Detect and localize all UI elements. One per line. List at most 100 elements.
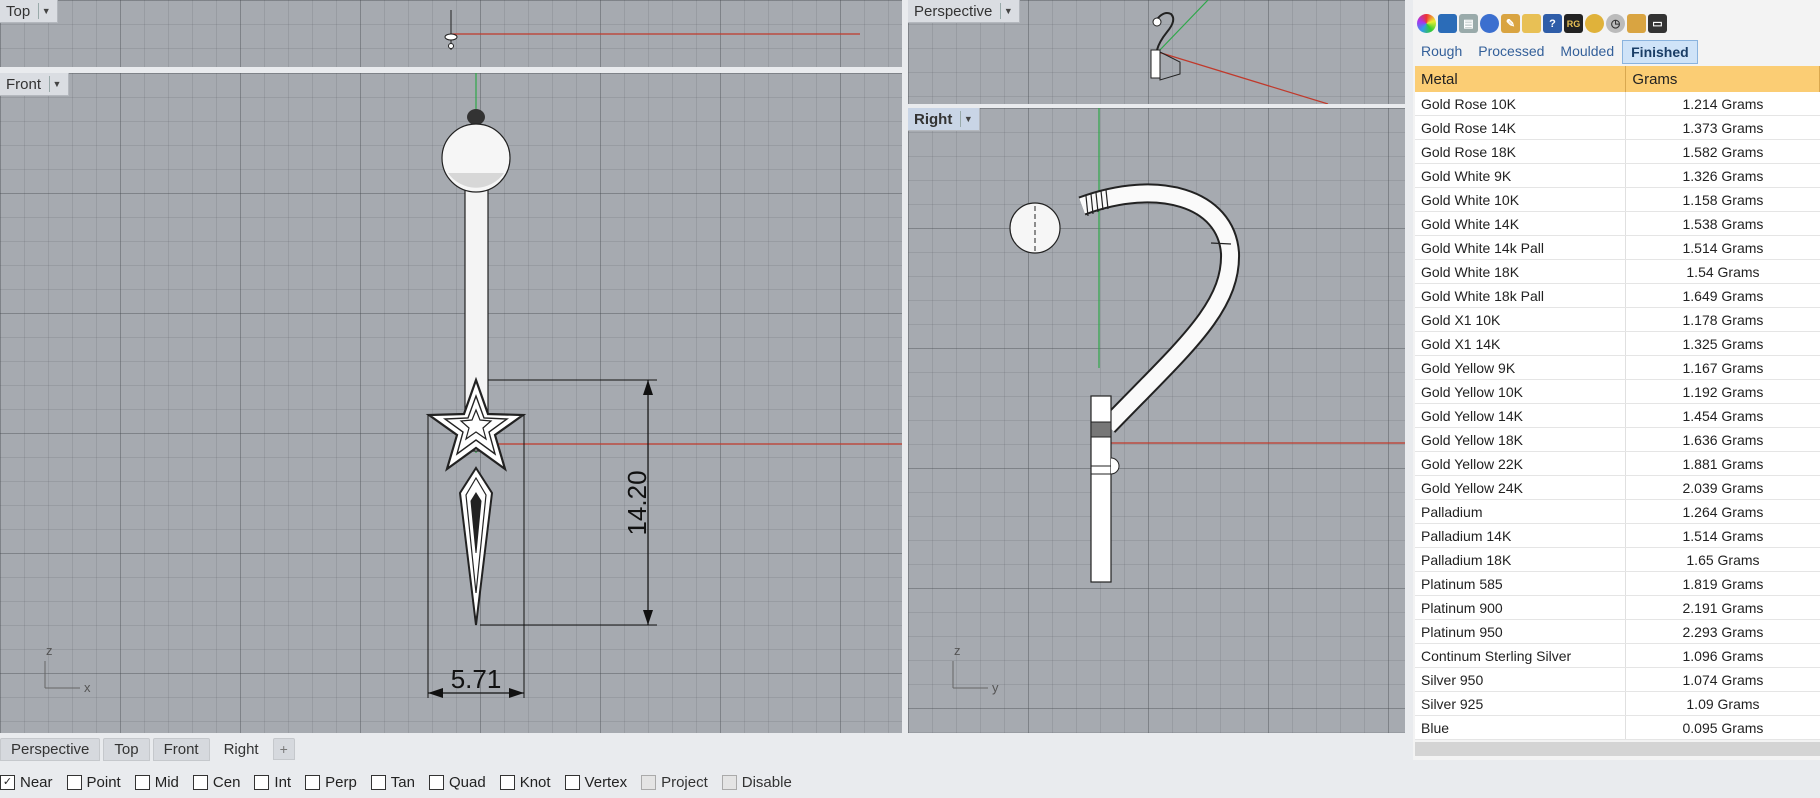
folder-open-icon[interactable]: [1522, 14, 1541, 33]
table-row[interactable]: Silver 950 1.074 Grams: [1415, 667, 1820, 692]
checkbox[interactable]: [192, 774, 208, 790]
dimension-width-label: 5.71: [451, 664, 502, 694]
osnap-project[interactable]: Project: [641, 774, 708, 791]
osnap-label: Project: [661, 773, 708, 791]
column-header-grams[interactable]: Grams: [1625, 66, 1820, 92]
tab-processed[interactable]: Processed: [1470, 40, 1552, 64]
table-row[interactable]: Platinum 950 2.293 Grams: [1415, 619, 1820, 644]
osnap-cen[interactable]: Cen: [192, 774, 240, 791]
table-row[interactable]: Palladium 1.264 Grams: [1415, 499, 1820, 524]
chevron-down-icon[interactable]: ▼: [49, 76, 64, 92]
table-row[interactable]: Gold Yellow 22K 1.881 Grams: [1415, 451, 1820, 476]
table-row[interactable]: Gold X1 14K 1.325 Grams: [1415, 331, 1820, 356]
checkbox[interactable]: [305, 774, 321, 790]
viewport-top[interactable]: Top ▼: [0, 0, 902, 67]
table-row[interactable]: Palladium 14K 1.514 Grams: [1415, 523, 1820, 548]
checkbox[interactable]: [721, 774, 737, 790]
checkbox[interactable]: [428, 774, 444, 790]
table-row[interactable]: Gold Rose 10K 1.214 Grams: [1415, 92, 1820, 116]
checkbox[interactable]: [564, 774, 580, 790]
table-row[interactable]: Gold Yellow 9K 1.167 Grams: [1415, 355, 1820, 380]
viewport-perspective[interactable]: Perspective ▼: [908, 0, 1405, 104]
osnap-point[interactable]: Point: [66, 774, 121, 791]
table-row[interactable]: Gold Yellow 18K 1.636 Grams: [1415, 427, 1820, 452]
table-row[interactable]: Gold White 18k Pall 1.649 Grams: [1415, 283, 1820, 308]
tab-moulded[interactable]: Moulded: [1552, 40, 1622, 64]
coins-icon[interactable]: [1585, 14, 1604, 33]
metal-name-cell: Gold Yellow 10K: [1415, 379, 1626, 404]
globe-icon[interactable]: [1480, 14, 1499, 33]
osnap-tan[interactable]: Tan: [370, 774, 415, 791]
viewport-front[interactable]: Front ▼ 14.20 5.71 z x: [0, 73, 902, 733]
checkbox[interactable]: [499, 774, 515, 790]
gold-bars-icon[interactable]: [1627, 14, 1646, 33]
table-row[interactable]: Silver 925 1.09 Grams: [1415, 691, 1820, 716]
tab-top[interactable]: Top: [103, 737, 150, 761]
printer-icon[interactable]: ▤: [1459, 14, 1478, 33]
grams-cell: 0.095 Grams: [1625, 715, 1820, 740]
osnap-vertex[interactable]: Vertex: [564, 774, 627, 791]
grams-cell: 1.649 Grams: [1625, 283, 1820, 308]
clock-icon[interactable]: ◷: [1606, 14, 1625, 33]
viewport-perspective-label[interactable]: Perspective ▼: [908, 0, 1021, 23]
tab-finished[interactable]: Finished: [1622, 40, 1698, 64]
viewport-top-title: Top: [6, 2, 31, 20]
checkbox[interactable]: [641, 774, 657, 790]
table-row[interactable]: Gold Yellow 14K 1.454 Grams: [1415, 403, 1820, 428]
monitor-icon[interactable]: ▭: [1648, 14, 1667, 33]
table-row[interactable]: Palladium 18K 1.65 Grams: [1415, 547, 1820, 572]
viewport-right[interactable]: Right ▼ z y: [908, 108, 1405, 733]
chevron-down-icon[interactable]: ▼: [38, 3, 53, 19]
table-row[interactable]: Blue 0.095 Grams: [1415, 715, 1820, 740]
chevron-down-icon[interactable]: ▼: [1000, 3, 1015, 19]
tab-rough[interactable]: Rough: [1413, 40, 1470, 64]
checkbox[interactable]: [134, 774, 150, 790]
checkbox[interactable]: [254, 774, 270, 790]
table-row[interactable]: Gold White 10K 1.158 Grams: [1415, 187, 1820, 212]
table-row[interactable]: Platinum 585 1.819 Grams: [1415, 571, 1820, 596]
grams-cell: 1.09 Grams: [1625, 691, 1820, 716]
osnap-near[interactable]: ✓ Near: [0, 774, 53, 791]
osnap-quad[interactable]: Quad: [428, 774, 486, 791]
rg-icon[interactable]: RG: [1564, 14, 1583, 33]
chevron-down-icon[interactable]: ▼: [960, 111, 975, 127]
table-row[interactable]: Gold White 9K 1.326 Grams: [1415, 163, 1820, 188]
table-row[interactable]: Gold White 14K 1.538 Grams: [1415, 211, 1820, 236]
metal-name-cell: Gold Yellow 18K: [1415, 427, 1626, 452]
help-icon[interactable]: ?: [1543, 14, 1562, 33]
osnap-int[interactable]: Int: [254, 774, 291, 791]
viewport-front-label[interactable]: Front ▼: [0, 73, 70, 96]
viewport-right-label[interactable]: Right ▼: [908, 108, 981, 131]
shield-icon[interactable]: [1438, 14, 1457, 33]
table-row[interactable]: Gold White 18K 1.54 Grams: [1415, 259, 1820, 284]
checkbox[interactable]: [66, 774, 82, 790]
checkbox[interactable]: [370, 774, 386, 790]
grams-cell: 1.214 Grams: [1625, 92, 1820, 116]
osnap-disable[interactable]: Disable: [721, 774, 792, 791]
horizontal-scrollbar[interactable]: [1415, 742, 1820, 756]
table-row[interactable]: Gold Rose 14K 1.373 Grams: [1415, 115, 1820, 140]
table-row[interactable]: Gold Rose 18K 1.582 Grams: [1415, 139, 1820, 164]
osnap-perp[interactable]: Perp: [305, 774, 357, 791]
folder-icon[interactable]: ✎: [1501, 14, 1520, 33]
axis-z-label: z: [46, 643, 53, 658]
table-row[interactable]: Continum Sterling Silver 1.096 Grams: [1415, 643, 1820, 668]
color-wheel-icon[interactable]: [1417, 14, 1436, 33]
osnap-knot[interactable]: Knot: [499, 774, 551, 791]
table-row[interactable]: Gold X1 10K 1.178 Grams: [1415, 307, 1820, 332]
table-row[interactable]: Platinum 900 2.191 Grams: [1415, 595, 1820, 620]
viewport-perspective-title: Perspective: [914, 2, 993, 20]
checkbox[interactable]: ✓: [0, 774, 15, 790]
table-row[interactable]: Gold Yellow 24K 2.039 Grams: [1415, 475, 1820, 500]
table-row[interactable]: Gold Yellow 10K 1.192 Grams: [1415, 379, 1820, 404]
osnap-mid[interactable]: Mid: [134, 774, 179, 791]
viewport-top-label[interactable]: Top ▼: [0, 0, 59, 23]
metal-name-cell: Gold Rose 10K: [1415, 92, 1626, 116]
table-row[interactable]: Gold White 14k Pall 1.514 Grams: [1415, 235, 1820, 260]
grams-cell: 1.158 Grams: [1625, 187, 1820, 212]
tab-front[interactable]: Front: [152, 737, 210, 761]
add-tab-button[interactable]: +: [272, 738, 295, 760]
column-header-metal[interactable]: Metal: [1415, 66, 1627, 92]
tab-perspective[interactable]: Perspective: [0, 737, 101, 761]
tab-right[interactable]: Right: [212, 737, 270, 761]
